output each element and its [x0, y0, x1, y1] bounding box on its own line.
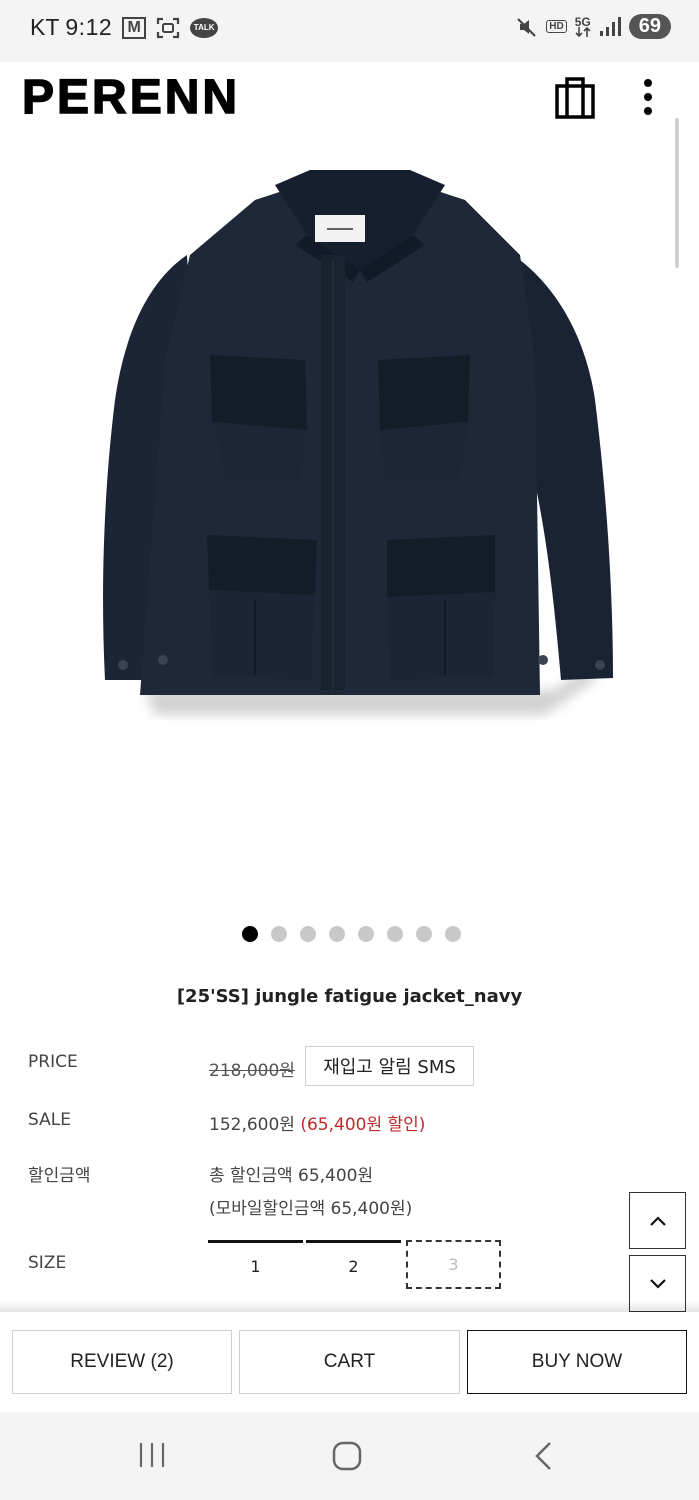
recent-apps-icon[interactable]: [137, 1440, 167, 1470]
sale-price: 152,600원: [209, 1115, 295, 1135]
sale-label: SALE: [28, 1110, 71, 1130]
cart-button[interactable]: CART: [239, 1330, 460, 1394]
pagination-dot[interactable]: [387, 926, 403, 942]
scroll-top-button[interactable]: [629, 1192, 686, 1249]
kakaotalk-icon: TALK: [190, 17, 219, 38]
bottom-action-bar: REVIEW (2) CART BUY NOW: [0, 1312, 699, 1412]
status-bar: KT 9:12 M TALK HD 5G 69: [0, 0, 699, 62]
page-scrollbar[interactable]: [675, 118, 679, 268]
pagination-dot[interactable]: [445, 926, 461, 942]
mobile-discount: (모바일할인금액 65,400원): [209, 1199, 413, 1219]
clock: 9:12: [65, 14, 113, 40]
mute-icon: [516, 16, 538, 38]
restock-sms-button[interactable]: 재입고 알림 SMS: [305, 1046, 474, 1086]
home-icon[interactable]: [331, 1440, 363, 1472]
sale-discount: (65,400원 할인): [300, 1115, 426, 1135]
system-navigation-bar: [0, 1412, 699, 1500]
product-image[interactable]: [95, 160, 625, 725]
shopping-bag-icon[interactable]: [554, 75, 596, 119]
network-5g-label: 5G: [574, 14, 591, 29]
original-price: 218,000원: [209, 1061, 295, 1081]
network-5g-icon: 5G: [574, 14, 591, 37]
site-header: PERENN: [0, 62, 699, 140]
image-pagination: [0, 926, 699, 942]
signal-icon: [599, 16, 621, 37]
gmail-icon: M: [122, 16, 147, 39]
size-option-1[interactable]: 1: [208, 1240, 303, 1289]
battery-level: 69: [628, 14, 671, 39]
discount-amount-label: 할인금액: [28, 1166, 91, 1186]
pagination-dot[interactable]: [300, 926, 316, 942]
chevron-up-icon: [649, 1215, 666, 1226]
buy-now-button[interactable]: BUY NOW: [467, 1330, 687, 1394]
pagination-dot[interactable]: [358, 926, 374, 942]
size-option-2[interactable]: 2: [306, 1240, 401, 1289]
price-label: PRICE: [28, 1052, 78, 1072]
total-discount: 총 할인금액 65,400원: [209, 1166, 374, 1186]
more-menu-icon[interactable]: [636, 76, 660, 120]
screenshot-icon: [156, 17, 180, 39]
size-option-3-soldout: 3: [406, 1240, 501, 1289]
size-label: SIZE: [28, 1253, 67, 1273]
product-title: [25'SS] jungle fatigue jacket_navy: [176, 986, 523, 1007]
pagination-dot[interactable]: [242, 926, 258, 942]
pagination-dot[interactable]: [271, 926, 287, 942]
brand-logo[interactable]: PERENN: [21, 70, 240, 125]
pagination-dot[interactable]: [416, 926, 432, 942]
review-button[interactable]: REVIEW (2): [12, 1330, 232, 1394]
back-icon[interactable]: [531, 1440, 555, 1472]
chevron-down-icon: [649, 1278, 666, 1289]
sale-price-row: 152,600원 (65,400원 할인): [209, 1110, 425, 1135]
carrier-label: KT: [30, 14, 60, 40]
hd-voice-icon: HD: [546, 20, 567, 33]
pagination-dot[interactable]: [329, 926, 345, 942]
